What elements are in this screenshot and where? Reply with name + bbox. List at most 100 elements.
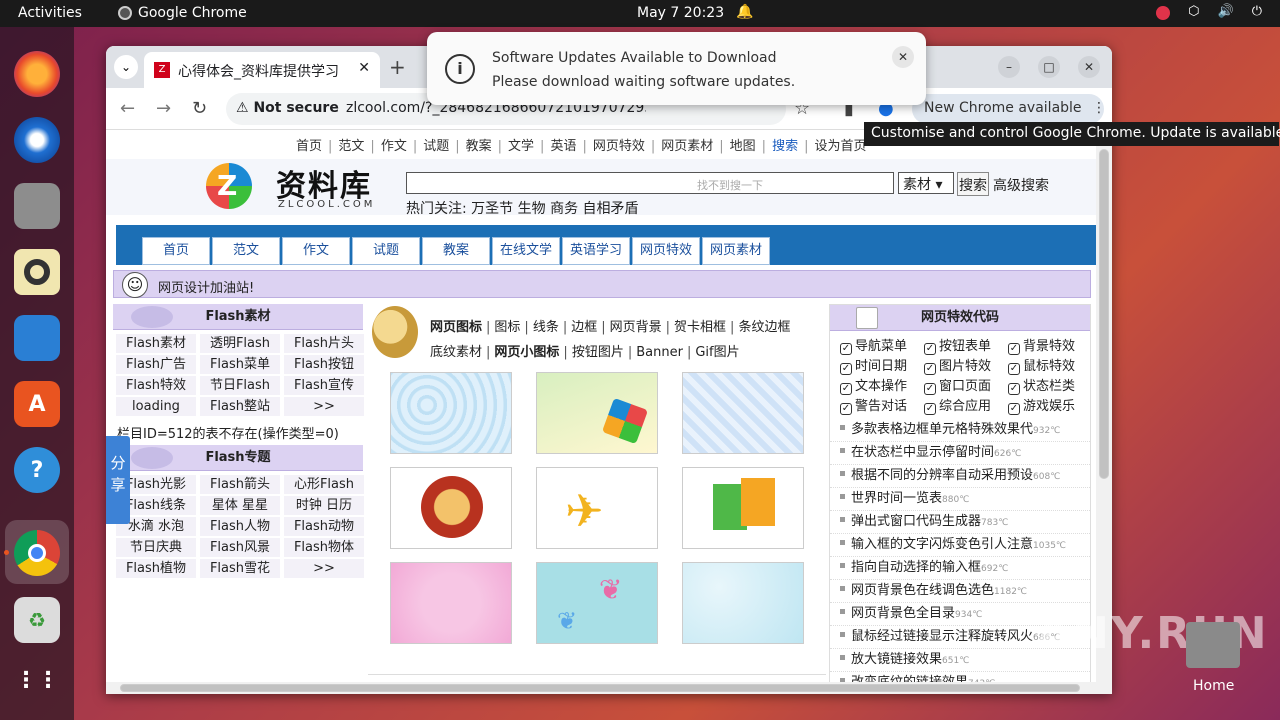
trash-icon[interactable]: ♻	[14, 597, 60, 643]
top-nav-link[interactable]: 英语	[550, 139, 576, 154]
flash-topic-link[interactable]: 心形Flash	[283, 474, 365, 495]
files-icon[interactable]	[14, 183, 60, 229]
notification-close-icon[interactable]: ✕	[892, 46, 914, 68]
icon-category-link[interactable]: 边框	[571, 320, 597, 335]
effect-link-item[interactable]: 在状态栏中显示停留时间626℃	[830, 442, 1090, 465]
apps-grid-icon[interactable]: ⋮⋮	[14, 657, 60, 703]
search-category-select[interactable]: 素材 ▾	[898, 172, 954, 194]
main-nav-tab[interactable]: 网页素材	[702, 237, 770, 265]
top-nav-link[interactable]: 文学	[508, 139, 534, 154]
thumbnail-lion-icon[interactable]	[390, 467, 512, 549]
effect-category[interactable]: ✓ 时间日期	[840, 355, 924, 375]
flash-topic-link[interactable]: 星体 星星	[199, 495, 281, 516]
effect-category[interactable]: ✓ 综合应用	[924, 395, 1008, 415]
top-nav-link[interactable]: 网页素材	[661, 139, 713, 154]
flash-material-link[interactable]: Flash素材	[115, 333, 197, 354]
icon-category-link[interactable]: 按钮图片	[572, 345, 624, 360]
main-nav-tab[interactable]: 教案	[422, 237, 490, 265]
thumbnail-pinwheel[interactable]	[536, 372, 658, 454]
effect-category[interactable]: ✓ 按钮表单	[924, 335, 1008, 355]
vertical-scroll-thumb[interactable]	[1099, 149, 1109, 479]
new-tab-button[interactable]: +	[389, 55, 406, 79]
effect-category[interactable]: ✓ 导航菜单	[840, 335, 924, 355]
not-secure-label[interactable]: ⚠ Not secure	[236, 100, 339, 116]
flash-topic-link[interactable]: Flash箭头	[199, 474, 281, 495]
effect-link-item[interactable]: 根据不同的分辨率自动采用预设608℃	[830, 465, 1090, 488]
effect-category[interactable]: ✓ 鼠标特效	[1008, 355, 1092, 375]
reload-button[interactable]: ↻	[192, 98, 207, 119]
top-nav-link[interactable]: 试题	[423, 139, 449, 154]
site-logo[interactable]: 资料库 ZLCOOL.COM	[206, 161, 386, 215]
flash-topic-link[interactable]: Flash物体	[283, 537, 365, 558]
effect-link-item[interactable]: 世界时间一览表880℃	[830, 488, 1090, 511]
flash-material-link[interactable]: Flash按钮	[283, 354, 365, 375]
icon-category-link[interactable]: 网页图标	[430, 320, 482, 335]
effect-link-text[interactable]: 弹出式窗口代码生成器	[851, 514, 981, 529]
effect-link-text[interactable]: 网页背景色全目录	[851, 606, 955, 621]
site-search-button[interactable]: 搜索	[957, 172, 989, 196]
advanced-search-link[interactable]: 高级搜索	[993, 175, 1049, 195]
thumbnail-blue-lattice[interactable]	[682, 372, 804, 454]
icon-category-link[interactable]: 底纹素材	[430, 345, 482, 360]
flash-topic-link[interactable]: Flash风景	[199, 537, 281, 558]
share-button[interactable]: 分享	[106, 436, 130, 524]
hot-topic-links[interactable]: 万圣节 生物 商务 自相矛盾	[471, 201, 638, 217]
chrome-update-button[interactable]: New Chrome available ⋮	[912, 94, 1106, 124]
thumbnail-light-blue-texture[interactable]	[682, 562, 804, 644]
flash-material-link[interactable]: 节日Flash	[199, 375, 281, 396]
rhythmbox-icon[interactable]	[14, 249, 60, 295]
flash-topic-link[interactable]: Flash人物	[199, 516, 281, 537]
icon-category-link[interactable]: 贺卡相框	[674, 320, 726, 335]
flash-material-link[interactable]: Flash特效	[115, 375, 197, 396]
home-folder-icon[interactable]	[1186, 622, 1240, 668]
effect-category[interactable]: ✓ 文本操作	[840, 375, 924, 395]
writer-icon[interactable]	[14, 315, 60, 361]
effect-category[interactable]: ✓ 背景特效	[1008, 335, 1092, 355]
top-nav-link[interactable]: 作文	[381, 139, 407, 154]
effect-link-text[interactable]: 在状态栏中显示停留时间	[851, 445, 994, 460]
tab-search-button[interactable]: ⌄	[114, 55, 138, 79]
activities-button[interactable]: Activities	[18, 5, 82, 21]
main-nav-tab[interactable]: 范文	[212, 237, 280, 265]
thunderbird-icon[interactable]	[14, 117, 60, 163]
effect-link-item[interactable]: 网页背景色在线调色选色1182℃	[830, 580, 1090, 603]
tab-active[interactable]: Z 心得体会_资料库提供学习 ✕	[144, 52, 380, 88]
flash-material-link[interactable]: >>	[283, 396, 365, 417]
horizontal-scrollbar[interactable]	[106, 682, 1096, 694]
top-nav-link[interactable]: 网页特效	[593, 139, 645, 154]
flash-topic-link[interactable]: 时钟 日历	[283, 495, 365, 516]
effect-link-text[interactable]: 指向自动选择的输入框	[851, 560, 981, 575]
top-nav-link[interactable]: 首页	[296, 139, 322, 154]
effect-link-text[interactable]: 鼠标经过链接显示注释旋转风火	[851, 629, 1033, 644]
thumbnail-airplane-icon[interactable]: ✈	[536, 467, 658, 549]
effect-link-item[interactable]: 弹出式窗口代码生成器783℃	[830, 511, 1090, 534]
main-nav-tab[interactable]: 英语学习	[562, 237, 630, 265]
thumbnail-hearts-pattern[interactable]	[390, 372, 512, 454]
main-nav-tab[interactable]: 试题	[352, 237, 420, 265]
thumbnail-butterflies[interactable]: ❦ ❦	[536, 562, 658, 644]
effect-link-text[interactable]: 网页背景色在线调色选色	[851, 583, 994, 598]
main-nav-tab[interactable]: 作文	[282, 237, 350, 265]
effect-category[interactable]: ✓ 状态栏类	[1008, 375, 1092, 395]
tab-close-icon[interactable]: ✕	[358, 60, 370, 76]
horizontal-scroll-thumb[interactable]	[120, 684, 1080, 692]
main-nav-tab[interactable]: 网页特效	[632, 237, 700, 265]
icon-category-link[interactable]: Gif图片	[695, 345, 739, 360]
top-nav-link[interactable]: 范文	[338, 139, 364, 154]
effect-link-text[interactable]: 多款表格边框单元格特殊效果代	[851, 422, 1033, 437]
flash-topic-link[interactable]: Flash动物	[283, 516, 365, 537]
clock[interactable]: May 7 20:23	[637, 5, 724, 21]
effect-category[interactable]: ✓ 图片特效	[924, 355, 1008, 375]
effect-link-item[interactable]: 指向自动选择的输入框692℃	[830, 557, 1090, 580]
top-nav-link[interactable]: 地图	[730, 139, 756, 154]
effect-link-text[interactable]: 世界时间一览表	[851, 491, 942, 506]
appcenter-icon[interactable]: A	[14, 381, 60, 427]
back-button[interactable]: ←	[120, 98, 135, 119]
firefox-icon[interactable]	[14, 51, 60, 97]
flash-material-link[interactable]: 透明Flash	[199, 333, 281, 354]
effect-link-item[interactable]: 输入框的文字闪烁变色引人注意1035℃	[830, 534, 1090, 557]
site-search-input[interactable]: 找不到搜一下	[406, 172, 894, 194]
main-nav-tab[interactable]: 在线文学	[492, 237, 560, 265]
effect-link-item[interactable]: 多款表格边框单元格特殊效果代932℃	[830, 419, 1090, 442]
help-icon[interactable]: ?	[14, 447, 60, 493]
